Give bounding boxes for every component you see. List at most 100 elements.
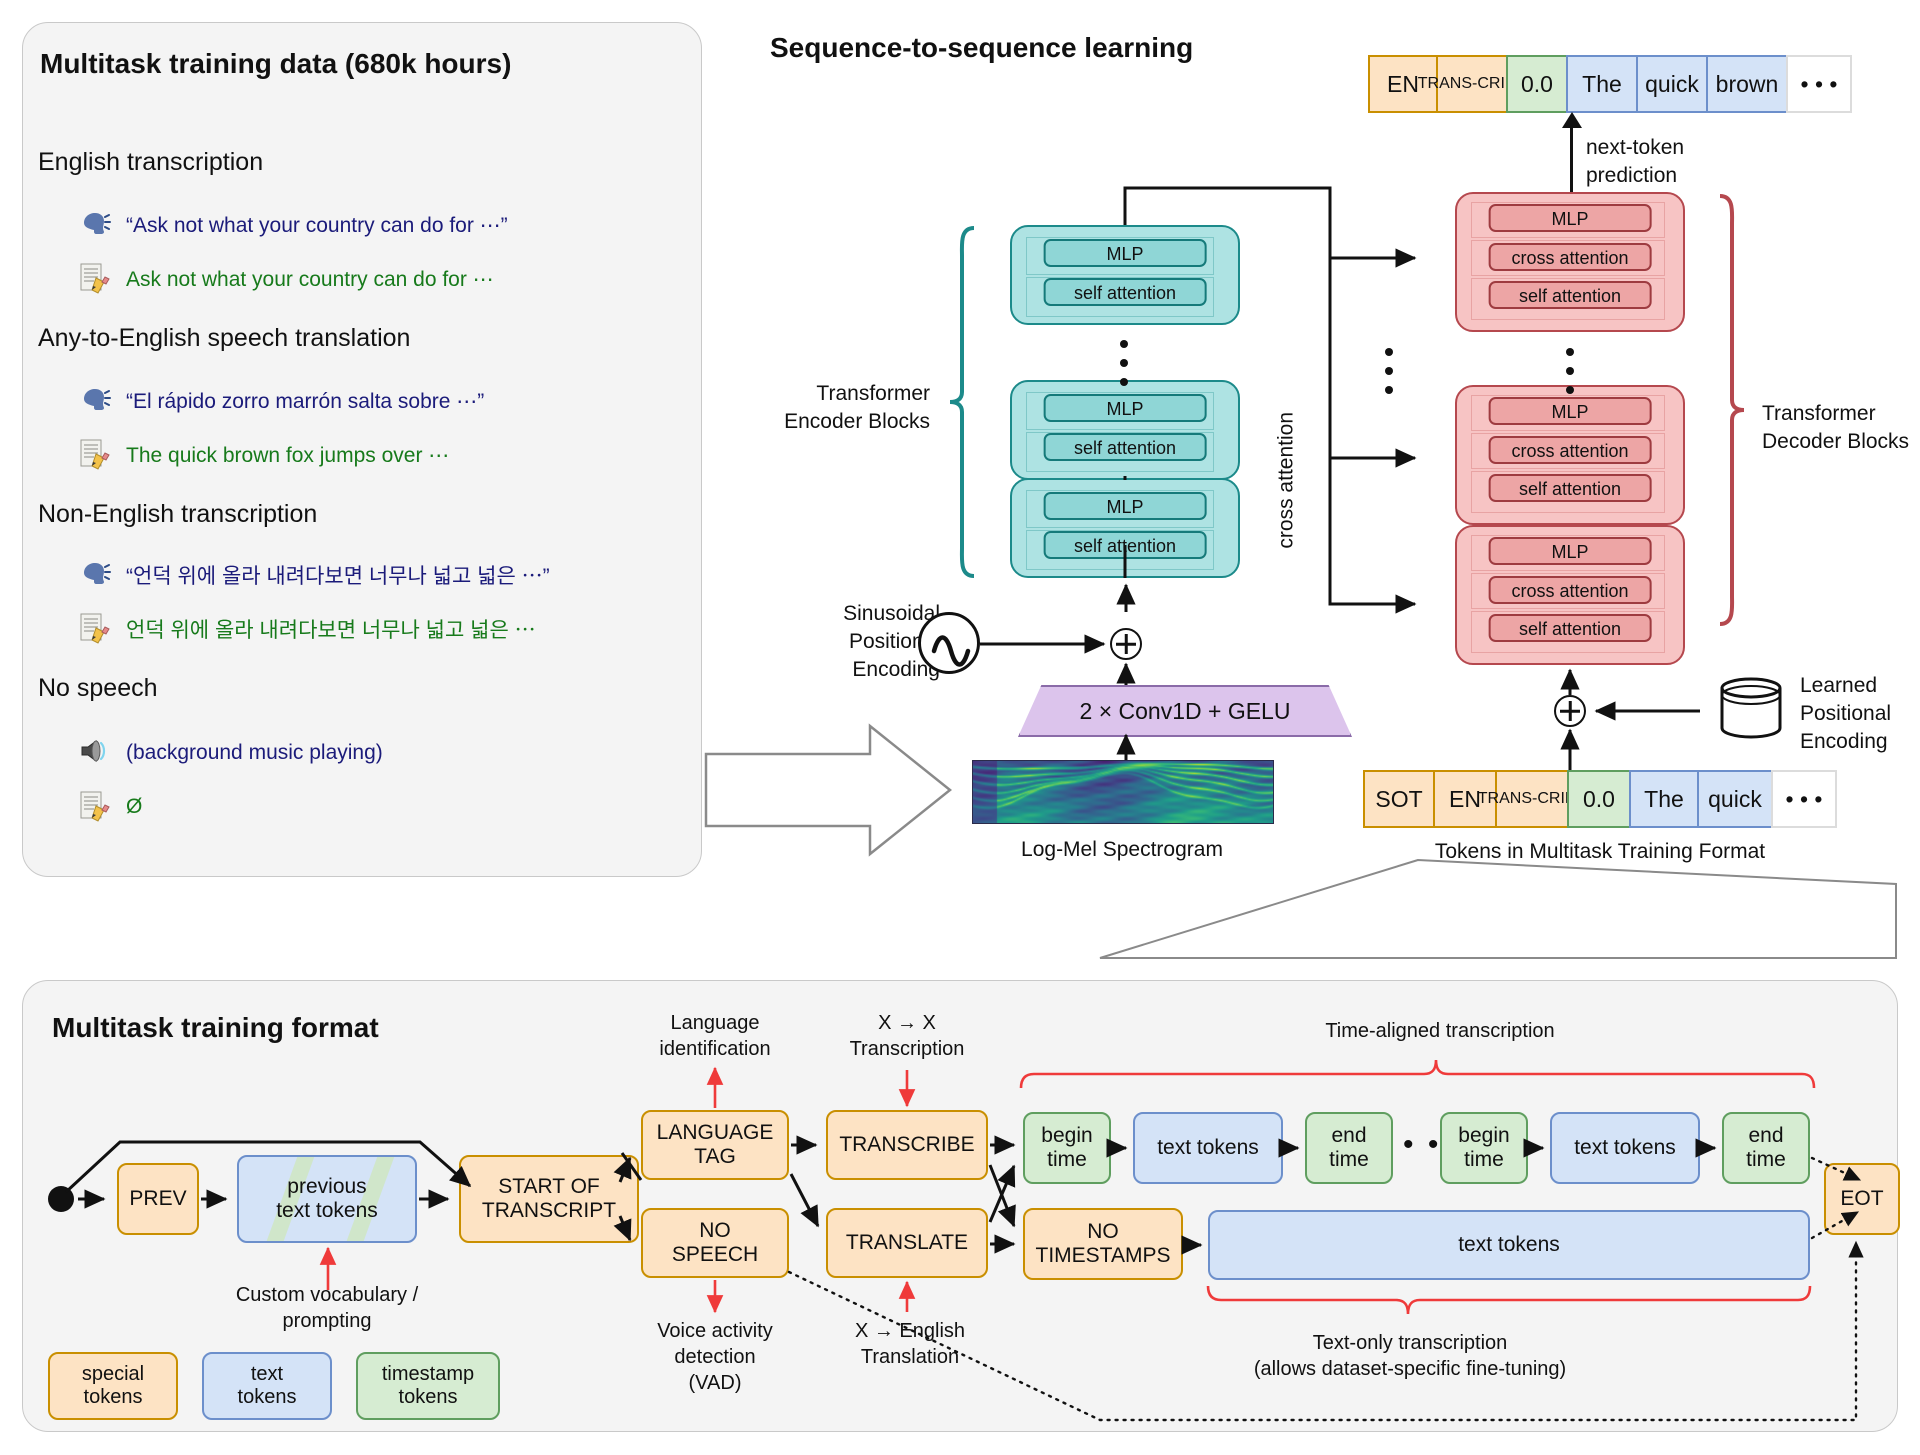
node-translate[interactable]: TRANSLATE <box>826 1208 988 1278</box>
input-token-1-line: EN <box>1449 785 1481 812</box>
input-token-4-line: The <box>1644 785 1684 812</box>
node-no-timestamps[interactable]: NO TIMESTAMPS <box>1023 1208 1183 1280</box>
example-audio-no-speech: (background music playing) <box>78 736 383 770</box>
input-token-6: • • • <box>1771 770 1837 828</box>
example-audio-text: “언덕 위에 올라 내려다보면 너무나 넓고 넓은 ⋯” <box>126 565 550 588</box>
tokens-caption: Tokens in Multitask Training Format <box>1434 840 1766 863</box>
encoder-vertical-ellipsis <box>1120 340 1129 397</box>
encoder-block-bottom: MLP self attention <box>1010 478 1240 578</box>
annotation-x-to-english-translation: X → English Translation <box>854 1320 966 1368</box>
node-language-tag[interactable]: LANGUAGE TAG <box>641 1110 789 1180</box>
node-text-tokens-long[interactable]: text tokens <box>1208 1210 1810 1280</box>
node-start-of-transcript[interactable]: START OF TRANSCRIPT <box>459 1155 639 1243</box>
sinusoidal-positional-encoding-label: Sinusoidal Positional Encoding <box>843 602 940 681</box>
output-token-5: brown <box>1706 55 1788 113</box>
example-text-value: Ø <box>126 795 143 818</box>
annotation-voice-activity-detection: Voice activity detection (VAD) <box>657 1320 773 1394</box>
output-token-row: EN TRANS- CRIBE 0.0 The quick brown • • • <box>1368 55 1852 113</box>
database-cylinder-icon <box>1718 676 1784 740</box>
output-token-3: The <box>1566 55 1638 113</box>
decoder-mlp-label: MLP <box>1488 204 1652 232</box>
legend-special-tokens: special tokens <box>48 1352 178 1420</box>
example-text-translation: The quick brown fox jumps over ⋯ <box>78 438 449 472</box>
input-token-3: 0.0 <box>1567 770 1631 828</box>
example-audio-translation: “El rápido zorro marrón salta sobre ⋯” <box>78 384 484 418</box>
output-token-4-line: quick <box>1645 70 1699 97</box>
example-text-english: Ask not what your country can do for ⋯ <box>78 262 494 296</box>
encoder-self-attention-label: self attention <box>1043 278 1207 306</box>
decoder-self-attention-label: self attention <box>1488 474 1652 502</box>
node-previous-text-tokens[interactable]: previous text tokens <box>237 1155 417 1243</box>
learned-positional-encoding-label: Learned Positional Encoding <box>1800 674 1892 753</box>
decoder-mlp-label: MLP <box>1488 537 1652 565</box>
example-audio-text: (background music playing) <box>126 741 383 764</box>
encoder-mlp-label: MLP <box>1043 394 1207 422</box>
input-token-6-line: • • • <box>1785 785 1823 812</box>
node-eot[interactable]: EOT <box>1824 1163 1900 1235</box>
memo-icon <box>78 612 112 646</box>
node-text-tokens-1[interactable]: text tokens <box>1133 1112 1283 1184</box>
node-end-time-1[interactable]: end time <box>1305 1112 1393 1184</box>
input-token-0: SOT <box>1363 770 1435 828</box>
input-token-2-line: TRANS- <box>1477 789 1538 807</box>
output-token-2-line: 0.0 <box>1521 70 1553 97</box>
example-audio-english: “Ask not what your country can do for ⋯” <box>78 208 508 242</box>
encoder-block-top: MLP self attention <box>1010 225 1240 325</box>
output-token-4: quick <box>1636 55 1708 113</box>
node-begin-time-2[interactable]: begin time <box>1440 1112 1528 1184</box>
speaking-head-icon <box>78 208 112 242</box>
annotation-text-only-transcription: Text-only transcription (allows dataset-… <box>1253 1332 1567 1380</box>
node-transcribe[interactable]: TRANSCRIBE <box>826 1110 988 1180</box>
decoder-sum-icon <box>1554 695 1586 727</box>
decoder-block-top: MLP cross attention self attention <box>1455 192 1685 332</box>
spectrogram-caption: Log-Mel Spectrogram <box>1021 838 1223 861</box>
input-token-row: SOT EN TRANS- CRIBE 0.0 The quick • • • <box>1363 770 1837 828</box>
category-heading-english-transcription: English transcription <box>38 148 264 176</box>
node-text-tokens-2[interactable]: text tokens <box>1550 1112 1700 1184</box>
category-heading-no-speech: No speech <box>38 674 158 702</box>
conv1d-gelu-label: 2 × Conv1D + GELU <box>1079 697 1291 724</box>
example-text-value: The quick brown fox jumps over ⋯ <box>126 443 450 467</box>
decoder-cross-attention-label: cross attention <box>1488 243 1652 271</box>
output-token-6: • • • <box>1786 55 1852 113</box>
annotation-x-to-x-transcription: X → X Transcription <box>849 1012 965 1060</box>
annotation-time-aligned-transcription: Time-aligned transcription <box>1325 1020 1555 1042</box>
input-token-2: TRANS- CRIBE <box>1478 770 1586 828</box>
decoder-blocks-label: Transformer Decoder Blocks <box>1762 402 1910 453</box>
cross-attention-ellipsis <box>1385 348 1394 405</box>
node-end-time-2[interactable]: end time <box>1722 1112 1810 1184</box>
cross-attention-label: cross attention <box>1274 412 1298 549</box>
decoder-vertical-ellipsis <box>1566 348 1575 405</box>
encoder-mlp-label: MLP <box>1043 239 1207 267</box>
encoder-self-attention-label: self attention <box>1043 433 1207 461</box>
node-begin-time-1[interactable]: begin time <box>1023 1112 1111 1184</box>
speaking-head-icon <box>78 558 112 592</box>
example-audio-text: “Ask not what your country can do for ⋯” <box>126 213 508 237</box>
input-token-3-line: 0.0 <box>1583 785 1615 812</box>
sinusoid-icon <box>918 612 980 674</box>
output-token-2: 0.0 <box>1506 55 1568 113</box>
output-token-0-line: EN <box>1387 70 1419 97</box>
example-audio-text: “El rápido zorro marrón salta sobre ⋯” <box>126 389 485 413</box>
node-prev[interactable]: PREV <box>117 1163 199 1235</box>
memo-icon <box>78 262 112 296</box>
encoder-blocks-label: Transformer Encoder Blocks <box>784 382 930 433</box>
decoder-cross-attention-label: cross attention <box>1488 576 1652 604</box>
speaking-head-icon <box>78 384 112 418</box>
node-no-speech[interactable]: NO SPEECH <box>641 1208 789 1278</box>
example-text-value: Ask not what your country can do for ⋯ <box>126 267 494 291</box>
seq2seq-title: Sequence-to-sequence learning <box>770 32 1194 63</box>
decoder-cross-attention-label: cross attention <box>1488 436 1652 464</box>
encoder-mlp-label: MLP <box>1043 492 1207 520</box>
example-audio-non-english: “언덕 위에 올라 내려다보면 너무나 넓고 넓은 ⋯” <box>78 558 550 592</box>
category-heading-non-english: Non-English transcription <box>38 500 318 528</box>
log-mel-spectrogram-image <box>972 760 1274 824</box>
loud-speaker-icon <box>78 736 112 770</box>
memo-icon <box>78 790 112 824</box>
annotation-custom-vocabulary: Custom vocabulary / prompting <box>235 1284 419 1332</box>
example-text-no-speech: Ø <box>78 790 142 824</box>
input-token-0-line: SOT <box>1375 785 1423 812</box>
input-token-4: The <box>1629 770 1699 828</box>
encoder-self-attention-label: self attention <box>1043 531 1207 559</box>
example-text-non-english: 언덕 위에 올라 내려다보면 너무나 넓고 넓은 ⋯ <box>78 612 536 646</box>
